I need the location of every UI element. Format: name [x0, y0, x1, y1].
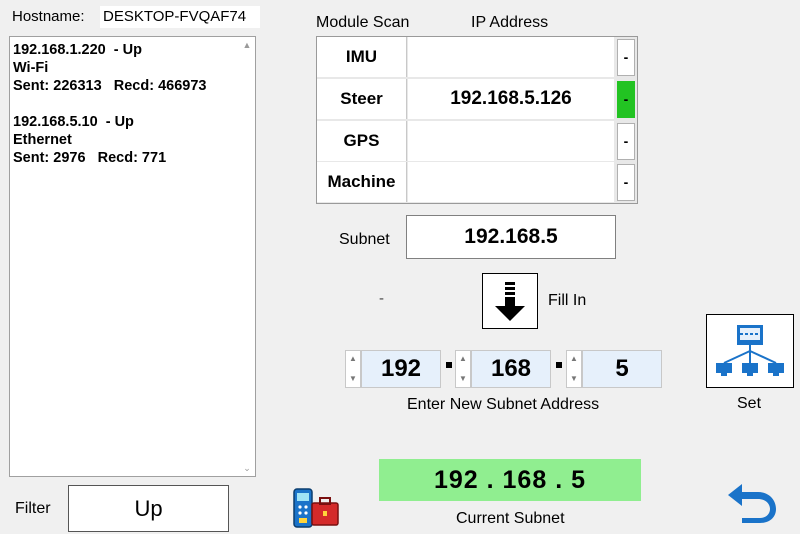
current-subnet-value: 192 . 168 . 5: [379, 459, 641, 501]
list-item: 192.168.5.10 - Up Ethernet Sent: 2976 Re…: [13, 113, 166, 167]
octet-3-input[interactable]: 5: [582, 350, 662, 388]
stepper-up-icon[interactable]: ▲: [567, 354, 581, 364]
list-scrollbar[interactable]: ▲ ⌄: [239, 37, 255, 476]
enter-subnet-label: Enter New Subnet Address: [407, 396, 600, 413]
module-table: IMU - Steer 192.168.5.126 - GPS - Machin…: [316, 36, 638, 204]
octet-1-input[interactable]: 192: [361, 350, 441, 388]
network-address: 192.168.5.10 - Up: [13, 114, 134, 130]
module-status: -: [617, 39, 635, 76]
stepper-down-icon[interactable]: ▼: [346, 374, 360, 384]
module-status: -: [617, 81, 635, 118]
fill-in-arrow-icon: [495, 282, 525, 321]
table-row: GPS -: [317, 121, 637, 162]
octet-separator: [446, 362, 452, 368]
octet-2-stepper[interactable]: ▲ ▼: [455, 350, 471, 388]
scroll-down-icon[interactable]: ⌄: [239, 460, 255, 476]
stepper-down-icon[interactable]: ▼: [567, 374, 581, 384]
hostname-label: Hostname:: [12, 8, 85, 25]
set-label: Set: [737, 395, 762, 412]
module-status: -: [617, 123, 635, 160]
stepper-up-icon[interactable]: ▲: [456, 354, 470, 364]
hostname-value: DESKTOP-FVQAF74: [100, 6, 260, 28]
module-ip: [408, 37, 614, 77]
module-name: GPS: [317, 121, 407, 161]
subnet-label: Subnet: [339, 231, 390, 248]
network-traffic: Sent: 2976 Recd: 771: [13, 150, 167, 166]
fill-in-button[interactable]: [482, 273, 538, 329]
back-arrow-icon[interactable]: [724, 476, 780, 524]
subnet-value: 192.168.5: [406, 215, 616, 259]
set-button[interactable]: [706, 314, 794, 388]
ip-address-header: IP Address: [471, 14, 549, 31]
filter-label: Filter: [15, 500, 51, 517]
network-type: Wi-Fi: [13, 60, 49, 76]
module-ip: [408, 121, 614, 161]
scroll-up-icon[interactable]: ▲: [239, 37, 255, 53]
scan-status-text: -: [379, 290, 384, 307]
filter-button[interactable]: Up: [68, 485, 229, 532]
module-ip: 192.168.5.126: [408, 79, 614, 119]
network-set-icon: [716, 325, 784, 376]
module-scan-header: Module Scan: [316, 14, 410, 31]
stepper-down-icon[interactable]: ▼: [456, 374, 470, 384]
table-row: Machine -: [317, 162, 637, 203]
network-list[interactable]: 192.168.1.220 - Up Wi-Fi Sent: 226313 Re…: [9, 36, 256, 477]
table-row: IMU -: [317, 37, 637, 78]
tool-case-icon[interactable]: [292, 487, 340, 529]
list-item: 192.168.1.220 - Up Wi-Fi Sent: 226313 Re…: [13, 41, 206, 95]
current-subnet-label: Current Subnet: [456, 510, 565, 527]
module-name: Machine: [317, 162, 407, 202]
module-ip: [408, 162, 614, 202]
stepper-up-icon[interactable]: ▲: [346, 354, 360, 364]
network-traffic: Sent: 226313 Recd: 466973: [13, 78, 207, 94]
network-type: Ethernet: [13, 132, 72, 148]
octet-1-stepper[interactable]: ▲ ▼: [345, 350, 361, 388]
module-status: -: [617, 164, 635, 201]
module-name: Steer: [317, 79, 407, 119]
octet-separator: [556, 362, 562, 368]
network-address: 192.168.1.220 - Up: [13, 42, 142, 58]
module-name: IMU: [317, 37, 407, 77]
octet-3-stepper[interactable]: ▲ ▼: [566, 350, 582, 388]
octet-2-input[interactable]: 168: [471, 350, 551, 388]
table-row: Steer 192.168.5.126 -: [317, 79, 637, 120]
fill-in-label: Fill In: [548, 292, 587, 309]
